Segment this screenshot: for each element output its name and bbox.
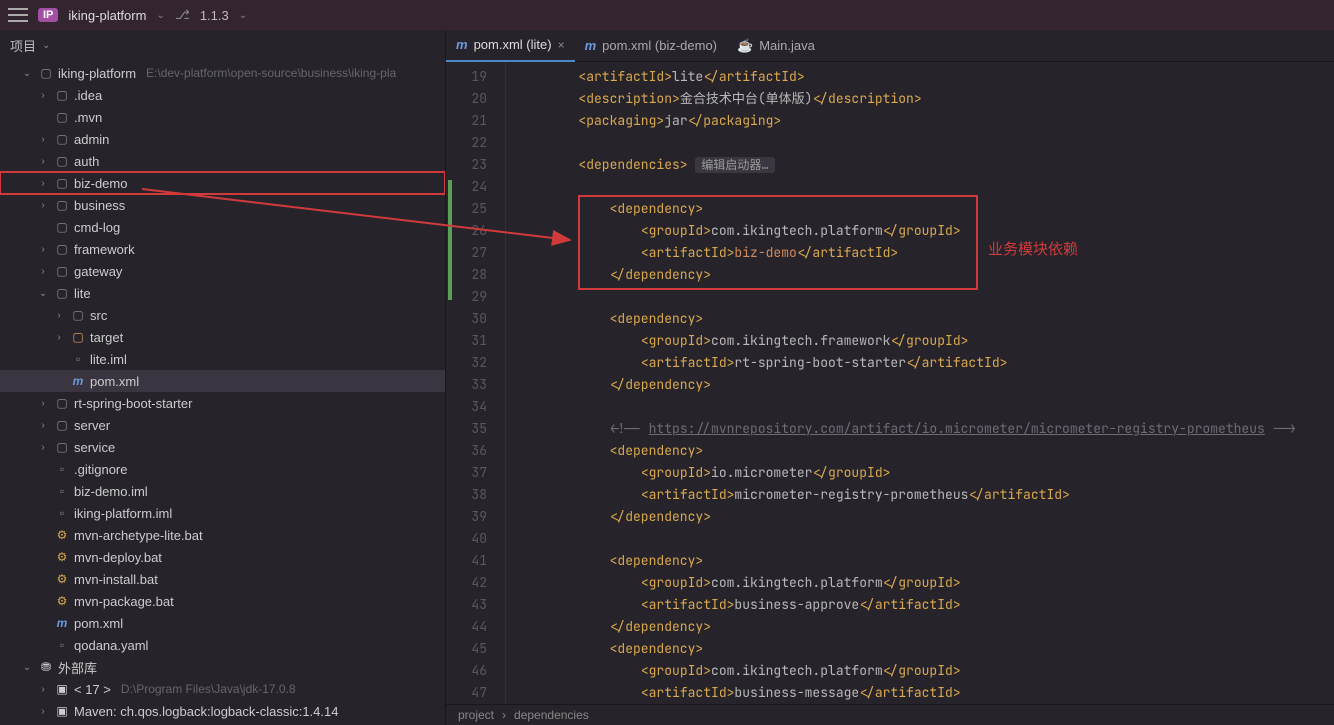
code-line[interactable]: </dependency>: [516, 616, 1334, 638]
code-line[interactable]: <packaging>jar</packaging>: [516, 110, 1334, 132]
tree-item-framework[interactable]: ›▢framework: [0, 238, 445, 260]
line-gutter: 1920212223242526272829303132333435363738…: [446, 62, 506, 704]
tree-root[interactable]: ⌄▢ iking-platform E:\dev-platform\open-s…: [0, 62, 445, 84]
code-area[interactable]: 1920212223242526272829303132333435363738…: [446, 62, 1334, 704]
tree-item-mvn-deploy-bat[interactable]: ⚙mvn-deploy.bat: [0, 546, 445, 568]
editor-tabs: mpom.xml (lite)×mpom.xml (biz-demo)☕Main…: [446, 30, 1334, 62]
project-sidebar: 项目 ⌄ ⌄▢ iking-platform E:\dev-platform\o…: [0, 30, 446, 725]
tree-item--gitignore[interactable]: ▫.gitignore: [0, 458, 445, 480]
gutter-change-bar: [448, 180, 452, 300]
tree-item-service[interactable]: ›▢service: [0, 436, 445, 458]
chevron-down-icon[interactable]: ⌄: [42, 40, 50, 51]
chevron-down-icon[interactable]: ⌄: [156, 10, 164, 21]
code-line[interactable]: [516, 396, 1334, 418]
tree-item-src[interactable]: ›▢src: [0, 304, 445, 326]
code-line[interactable]: <artifactId>lite</artifactId>: [516, 66, 1334, 88]
tree-item-auth[interactable]: ›▢auth: [0, 150, 445, 172]
tree-item-mvn-archetype-lite-bat[interactable]: ⚙mvn-archetype-lite.bat: [0, 524, 445, 546]
chevron-down-icon[interactable]: ⌄: [239, 10, 247, 21]
code-line[interactable]: <!-- https://mvnrepository.com/artifact/…: [516, 418, 1334, 440]
sidebar-header[interactable]: 项目 ⌄: [0, 30, 445, 60]
code-line[interactable]: <groupId>io.micrometer</groupId>: [516, 462, 1334, 484]
ext-lib-item[interactable]: ›▣Maven: ch.qos.logback:logback-classic:…: [0, 700, 445, 722]
tree-item-cmd-log[interactable]: ▢cmd-log: [0, 216, 445, 238]
version-label[interactable]: 1.1.3: [200, 8, 229, 23]
tree-item-lite-iml[interactable]: ▫lite.iml: [0, 348, 445, 370]
code-line[interactable]: <groupId>com.ikingtech.platform</groupId…: [516, 572, 1334, 594]
code-line[interactable]: <artifactId>rt-spring-boot-starter</arti…: [516, 352, 1334, 374]
tree-item-gateway[interactable]: ›▢gateway: [0, 260, 445, 282]
vcs-branch-icon[interactable]: ⎇: [175, 7, 190, 23]
code-content[interactable]: <artifactId>lite</artifactId> <descripti…: [506, 62, 1334, 704]
project-tree: ⌄▢ iking-platform E:\dev-platform\open-s…: [0, 60, 445, 725]
breadcrumb[interactable]: project › dependencies: [446, 704, 1334, 725]
tab-main-java[interactable]: ☕Main.java: [727, 30, 825, 62]
code-line[interactable]: <description>金合技术中台(单体版)</description>: [516, 88, 1334, 110]
tree-item-mvn-package-bat[interactable]: ⚙mvn-package.bat: [0, 590, 445, 612]
chevron-right-icon: ›: [502, 708, 506, 722]
ext-lib-item[interactable]: ›▣< 17 >D:\Program Files\Java\jdk-17.0.8: [0, 678, 445, 700]
external-libs[interactable]: ⌄⛃ 外部库: [0, 656, 445, 678]
code-line[interactable]: <dependencies> 编辑启动器…: [516, 154, 1334, 176]
close-icon[interactable]: ×: [558, 38, 565, 52]
titlebar: IP iking-platform ⌄ ⎇ 1.1.3 ⌄: [0, 0, 1334, 30]
tree-item-qodana-yaml[interactable]: ▫qodana.yaml: [0, 634, 445, 656]
tree-item-pom-xml[interactable]: mpom.xml: [0, 612, 445, 634]
breadcrumb-item[interactable]: project: [458, 708, 494, 722]
code-line[interactable]: <dependency>: [516, 308, 1334, 330]
sidebar-title: 项目: [10, 36, 36, 55]
code-line[interactable]: <dependency>: [516, 550, 1334, 572]
code-line[interactable]: </dependency>: [516, 506, 1334, 528]
code-line[interactable]: <groupId>com.ikingtech.framework</groupI…: [516, 330, 1334, 352]
tree-item-target[interactable]: ›▢target: [0, 326, 445, 348]
tree-item-pom-xml[interactable]: mpom.xml: [0, 370, 445, 392]
code-line[interactable]: <artifactId>business-approve</artifactId…: [516, 594, 1334, 616]
tree-item--mvn[interactable]: ▢.mvn: [0, 106, 445, 128]
tab-pom-xml--lite-[interactable]: mpom.xml (lite)×: [446, 30, 575, 62]
code-line[interactable]: <groupId>com.ikingtech.platform</groupId…: [516, 660, 1334, 682]
annotation-label: 业务模块依赖: [988, 238, 1078, 259]
project-name[interactable]: iking-platform: [68, 8, 146, 23]
tree-item--idea[interactable]: ›▢.idea: [0, 84, 445, 106]
tree-item-business[interactable]: ›▢business: [0, 194, 445, 216]
tree-item-rt-spring-boot-starter[interactable]: ›▢rt-spring-boot-starter: [0, 392, 445, 414]
annotation-box: [578, 195, 978, 290]
code-line[interactable]: <dependency>: [516, 440, 1334, 462]
hamburger-icon[interactable]: [8, 8, 28, 22]
editor-pane: mpom.xml (lite)×mpom.xml (biz-demo)☕Main…: [446, 30, 1334, 725]
code-line[interactable]: <artifactId>micrometer-registry-promethe…: [516, 484, 1334, 506]
breadcrumb-item[interactable]: dependencies: [514, 708, 589, 722]
code-line[interactable]: </dependency>: [516, 374, 1334, 396]
code-line[interactable]: <artifactId>business-message</artifactId…: [516, 682, 1334, 704]
tree-item-server[interactable]: ›▢server: [0, 414, 445, 436]
tree-item-iking-platform-iml[interactable]: ▫iking-platform.iml: [0, 502, 445, 524]
tree-item-biz-demo[interactable]: ›▢biz-demo: [0, 172, 445, 194]
tree-item-lite[interactable]: ⌄▢lite: [0, 282, 445, 304]
project-badge: IP: [38, 8, 58, 22]
tree-item-mvn-install-bat[interactable]: ⚙mvn-install.bat: [0, 568, 445, 590]
tree-item-biz-demo-iml[interactable]: ▫biz-demo.iml: [0, 480, 445, 502]
code-line[interactable]: [516, 132, 1334, 154]
tree-item-admin[interactable]: ›▢admin: [0, 128, 445, 150]
tab-pom-xml--biz-demo-[interactable]: mpom.xml (biz-demo): [575, 30, 727, 62]
code-line[interactable]: [516, 528, 1334, 550]
root-path: E:\dev-platform\open-source\business\iki…: [146, 66, 396, 80]
code-line[interactable]: <dependency>: [516, 638, 1334, 660]
